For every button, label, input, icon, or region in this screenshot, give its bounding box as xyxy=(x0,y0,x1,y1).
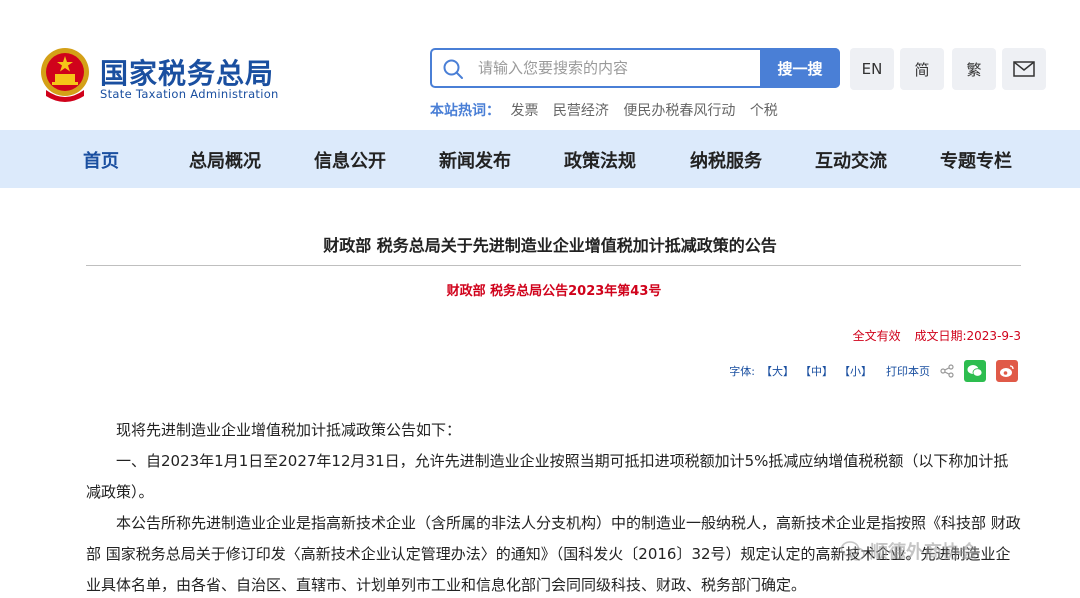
article-paragraph: 一、自2023年1月1日至2027年12月31日，允许先进制造业企业按照当期可抵… xyxy=(86,452,1009,501)
lang-traditional-button[interactable]: 繁 xyxy=(952,48,996,90)
wechat-watermark-icon xyxy=(840,541,865,561)
issue-date: 成文日期:2023-9-3 xyxy=(914,329,1021,343)
nav-item-policy[interactable]: 政策法规 xyxy=(564,147,636,173)
mail-button[interactable] xyxy=(1002,48,1046,90)
watermark: 顺德外商协会 xyxy=(840,538,978,564)
nav-item-overview[interactable]: 总局概况 xyxy=(189,147,261,173)
lang-simplified-button[interactable]: 简 xyxy=(900,48,944,90)
search-icon xyxy=(443,59,463,79)
article-title: 财政部 税务总局关于先进制造业企业增值税加计抵减政策的公告 xyxy=(323,236,777,255)
brand-name-cn[interactable]: 国家税务总局 xyxy=(100,52,274,92)
hot-words: 本站热词： 发票 民营经济 便民办税春风行动 个税 xyxy=(430,100,788,120)
site-header: 国家税务总局 State Taxation Administration 搜一搜… xyxy=(0,0,1080,130)
font-size-label: 字体: xyxy=(729,365,755,378)
mail-icon xyxy=(1013,61,1035,77)
document-number: 财政部 税务总局公告2023年第43号 xyxy=(446,284,662,299)
wechat-share-button[interactable] xyxy=(964,360,986,382)
lang-en-button[interactable]: EN xyxy=(850,48,894,90)
article-paragraph: 现将先进制造业企业增值税加计抵减政策公告如下： xyxy=(116,421,462,439)
print-button[interactable]: 打印本页 xyxy=(886,363,930,379)
font-medium-button[interactable]: 【中】 xyxy=(800,363,833,379)
national-emblem-logo[interactable] xyxy=(38,46,92,104)
brand-name-en[interactable]: State Taxation Administration xyxy=(100,87,279,101)
nav-item-home[interactable]: 首页 xyxy=(83,147,119,173)
article-meta: 全文有效 成文日期:2023-9-3 xyxy=(853,327,1021,344)
font-small-button[interactable]: 【小】 xyxy=(839,363,872,379)
hot-word-link[interactable]: 发票 xyxy=(510,103,538,119)
weibo-icon xyxy=(1000,365,1014,377)
font-large-button[interactable]: 【大】 xyxy=(761,363,794,379)
search-input[interactable] xyxy=(478,54,758,82)
nav-item-info-disclosure[interactable]: 信息公开 xyxy=(314,147,386,173)
validity-status: 全文有效 xyxy=(852,329,901,343)
nav-item-news[interactable]: 新闻发布 xyxy=(439,147,511,173)
watermark-text: 顺德外商协会 xyxy=(870,542,978,563)
search-button[interactable]: 搜一搜 xyxy=(760,48,840,88)
hot-word-link[interactable]: 民营经济 xyxy=(553,103,609,119)
nav-item-interaction[interactable]: 互动交流 xyxy=(815,147,887,173)
nav-item-topics[interactable]: 专题专栏 xyxy=(940,147,1012,173)
article-tools: 字体: 【大】 【中】 【小】 打印本页 xyxy=(729,359,1018,383)
title-divider xyxy=(86,265,1021,266)
hot-word-link[interactable]: 便民办税春风行动 xyxy=(623,103,735,119)
weibo-share-button[interactable] xyxy=(996,360,1018,382)
nav-item-tax-service[interactable]: 纳税服务 xyxy=(690,147,762,173)
search-box: 搜一搜 xyxy=(430,48,840,88)
wechat-icon xyxy=(967,365,983,377)
share-icon[interactable] xyxy=(940,364,954,378)
hot-word-link[interactable]: 个税 xyxy=(750,103,778,119)
hot-words-label: 本站热词： xyxy=(430,103,500,119)
article-body: 现将先进制造业企业增值税加计抵减政策公告如下： 一、自2023年1月1日至202… xyxy=(86,415,1022,598)
main-nav: 首页 总局概况 信息公开 新闻发布 政策法规 纳税服务 互动交流 专题专栏 xyxy=(0,130,1080,188)
